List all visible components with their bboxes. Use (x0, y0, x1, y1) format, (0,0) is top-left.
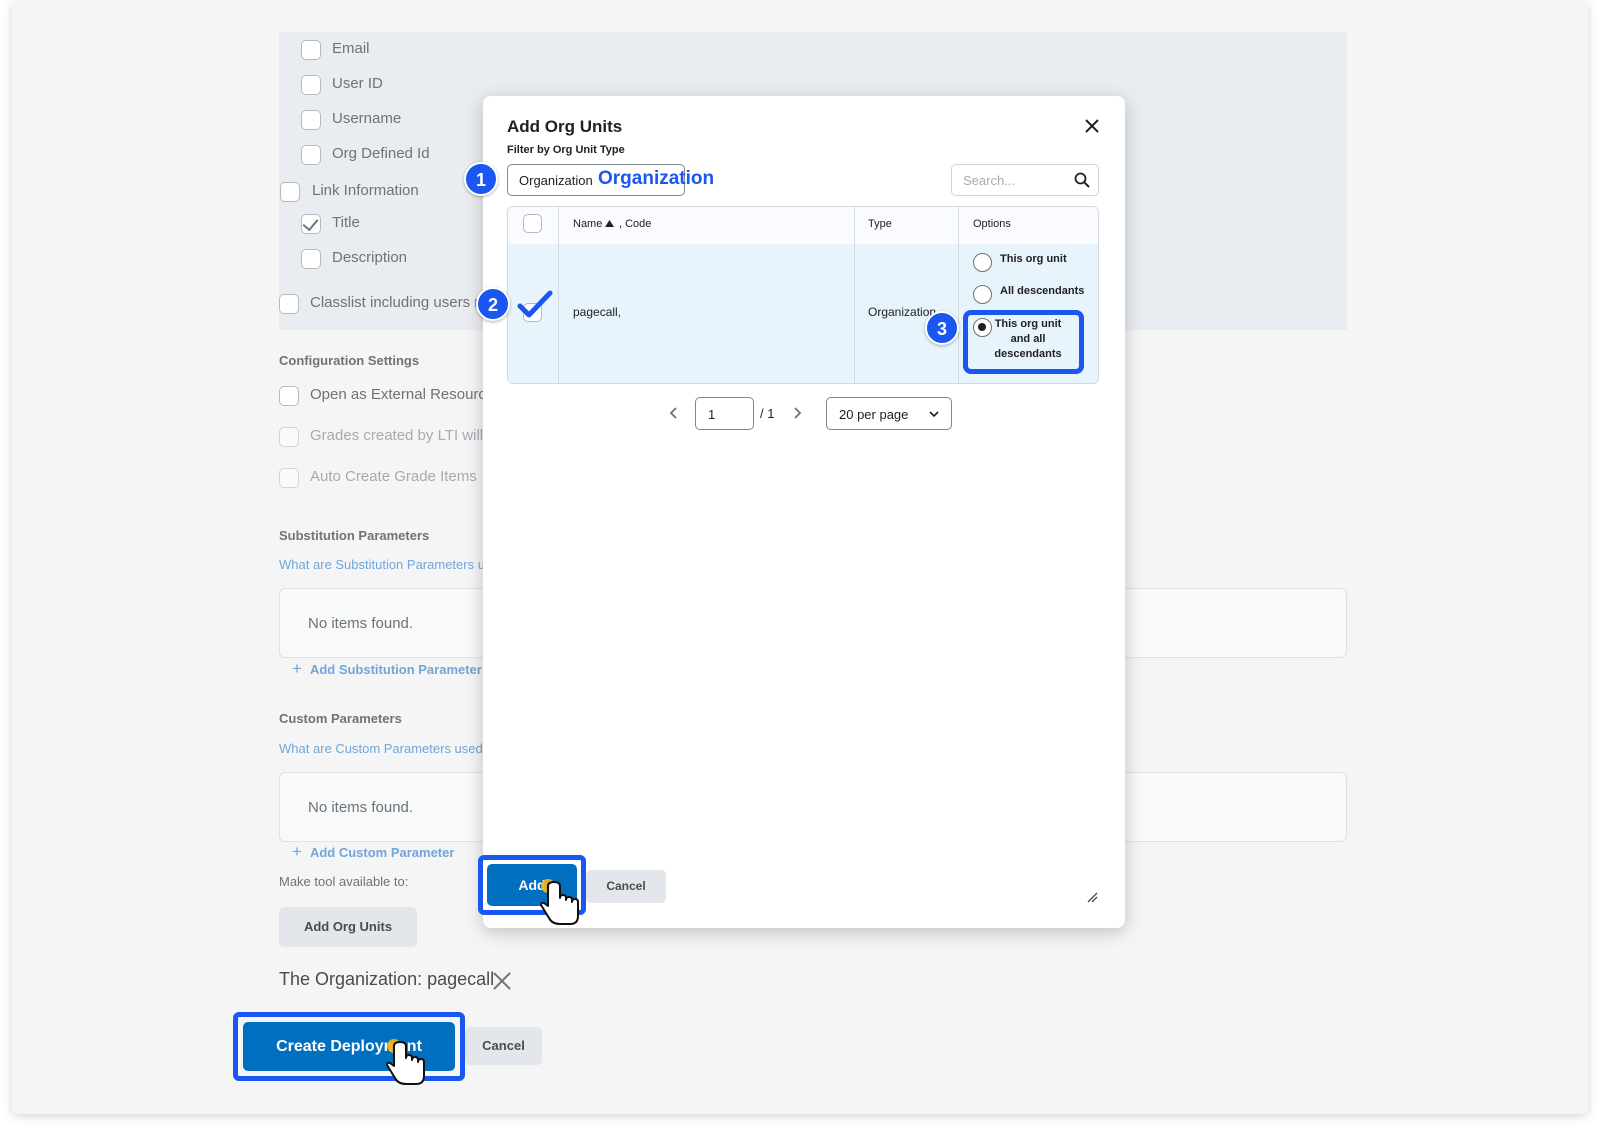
checkmark-icon (517, 290, 553, 318)
col-name[interactable]: Name (573, 218, 602, 230)
chevron-down-icon (929, 411, 939, 418)
auto-grade-items-checkbox (279, 468, 299, 488)
row-name: pagecall, (573, 305, 622, 319)
remove-x-icon[interactable] (492, 971, 512, 991)
option-all-descendants: All descendants (1000, 285, 1085, 297)
substitution-empty-text: No items found. (308, 615, 414, 632)
sort-up-icon (605, 220, 614, 227)
option-this-org-unit: This org unit (1000, 253, 1067, 265)
col-code[interactable]: , Code (619, 218, 651, 230)
step-badge-2: 2 (476, 287, 510, 321)
org-defined-id-checkbox[interactable] (301, 145, 321, 165)
classlist-checkbox[interactable] (279, 294, 299, 314)
link-information-label: Link Information (312, 182, 419, 199)
grades-lti-checkbox (279, 427, 299, 447)
page-number-input[interactable]: 1 (695, 397, 754, 430)
filter-annotation: Organization (598, 168, 715, 189)
username-checkbox[interactable] (301, 110, 321, 130)
substitution-heading: Substitution Parameters (279, 528, 430, 543)
chevron-right-icon[interactable] (793, 406, 803, 420)
config-settings-heading: Configuration Settings (279, 353, 420, 368)
row-type: Organization (868, 305, 937, 319)
checkmark-icon (302, 214, 319, 232)
custom-empty-text: No items found. (308, 799, 414, 816)
hand-cursor-icon (386, 1039, 425, 1085)
grades-lti-label: Grades created by LTI will be (310, 427, 504, 444)
cancel-deployment-button[interactable]: Cancel (465, 1027, 542, 1065)
radio-this-org-unit[interactable] (973, 253, 992, 272)
auto-grade-items-label: Auto Create Grade Items (310, 468, 477, 485)
external-resource-label: Open as External Resource (310, 386, 495, 403)
close-icon[interactable] (1085, 119, 1099, 133)
col-divider (958, 207, 959, 383)
option-this-and-descendants: This org unit and all descendants (994, 318, 1062, 360)
org-defined-id-label: Org Defined Id (332, 145, 430, 162)
step-badge-3: 3 (925, 311, 959, 345)
per-page-value: 20 per page (839, 407, 909, 422)
user-id-label: User ID (332, 75, 383, 92)
description-label: Description (332, 249, 408, 266)
col-options: Options (973, 218, 1011, 230)
user-id-checkbox[interactable] (301, 75, 321, 95)
radio-all-descendants[interactable] (973, 285, 992, 304)
search-placeholder: Search... (963, 173, 1016, 188)
username-label: Username (332, 110, 402, 127)
resize-handle-icon[interactable] (1086, 891, 1098, 903)
plus-icon: + (292, 842, 302, 861)
add-substitution-button[interactable]: + Add Substitution Parameter (292, 659, 482, 679)
description-checkbox[interactable] (301, 249, 321, 269)
col-divider (854, 207, 855, 383)
dialog-cancel-button[interactable]: Cancel (586, 870, 666, 903)
filter-label: Filter by Org Unit Type (507, 144, 625, 156)
filter-value: Organization (519, 173, 593, 188)
per-page-select[interactable]: 20 per page (826, 397, 952, 430)
substitution-help-link[interactable]: What are Substitution Parameters use (279, 557, 499, 572)
step-badge-1: 1 (464, 162, 498, 196)
link-information-checkbox[interactable] (280, 182, 300, 202)
title-checkbox[interactable] (301, 214, 321, 234)
custom-help-link[interactable]: What are Custom Parameters used fo (279, 741, 497, 756)
email-checkbox[interactable] (301, 40, 321, 60)
selected-org-text: The Organization: pagecall (279, 969, 495, 989)
search-icon[interactable] (1074, 172, 1090, 188)
dialog-title: Add Org Units (507, 117, 623, 136)
page-number: 1 (708, 407, 716, 422)
custom-heading: Custom Parameters (279, 711, 402, 726)
availability-label: Make tool available to: (279, 874, 409, 889)
classlist-label: Classlist including users not (310, 294, 496, 311)
add-custom-button[interactable]: + Add Custom Parameter (292, 842, 454, 862)
select-all-checkbox[interactable] (523, 214, 542, 233)
email-label: Email (332, 40, 370, 57)
chevron-left-icon[interactable] (668, 406, 678, 420)
col-type: Type (868, 218, 892, 230)
hand-cursor-icon (540, 879, 579, 925)
search-input[interactable]: Search... (951, 164, 1099, 196)
col-divider (558, 207, 559, 383)
add-custom-label: Add Custom Parameter (309, 845, 455, 860)
title-label: Title (332, 214, 360, 231)
external-resource-checkbox[interactable] (279, 386, 299, 406)
plus-icon: + (292, 659, 302, 678)
add-substitution-label: Add Substitution Parameter (309, 662, 482, 677)
add-org-units-button[interactable]: Add Org Units (279, 907, 417, 947)
page-total: / 1 (760, 406, 775, 421)
